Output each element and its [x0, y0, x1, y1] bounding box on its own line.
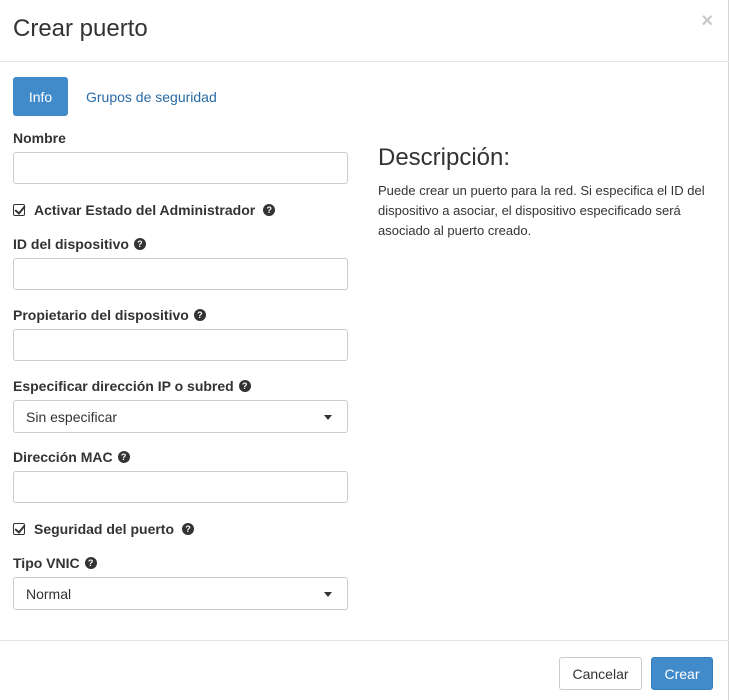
question-circle-icon[interactable]: ?	[117, 451, 130, 463]
device-owner-input[interactable]	[13, 329, 348, 361]
create-port-modal: Crear puerto × Info Grupos de seguridad …	[0, 0, 729, 700]
description-title: Descripción:	[378, 144, 511, 171]
modal-title: Crear puerto	[13, 15, 148, 42]
vnic-select[interactable]: Normal	[13, 577, 348, 610]
mac-label-text: Dirección MAC	[13, 449, 113, 465]
port-security-row: Seguridad del puerto ?	[13, 521, 195, 537]
modal-header: Crear puerto ×	[0, 0, 729, 62]
device-id-label-text: ID del dispositivo	[13, 236, 129, 252]
tab-security-groups[interactable]: Grupos de seguridad	[86, 89, 217, 105]
port-security-checkbox[interactable]	[13, 523, 25, 535]
admin-state-checkbox[interactable]	[13, 204, 25, 216]
question-circle-icon[interactable]: ?	[133, 238, 146, 250]
name-label-text: Nombre	[13, 130, 66, 146]
device-id-label: ID del dispositivo ?	[13, 236, 146, 252]
mac-input[interactable]	[13, 471, 348, 503]
caret-down-icon	[324, 592, 332, 597]
question-circle-icon[interactable]: ?	[238, 380, 251, 392]
ip-spec-select[interactable]: Sin especificar	[13, 400, 348, 433]
description-text: Puede crear un puerto para la red. Si es…	[378, 183, 705, 238]
device-owner-label-text: Propietario del dispositivo	[13, 307, 189, 323]
ip-spec-value: Sin especificar	[26, 408, 118, 425]
vnic-label: Tipo VNIC ?	[13, 555, 97, 571]
question-circle-icon[interactable]: ?	[263, 204, 276, 216]
device-id-input[interactable]	[13, 258, 348, 290]
question-circle-icon[interactable]: ?	[193, 309, 206, 321]
device-owner-label: Propietario del dispositivo ?	[13, 307, 206, 323]
port-security-label: Seguridad del puerto	[34, 521, 175, 537]
vnic-value: Normal	[26, 585, 72, 602]
admin-state-label: Activar Estado del Administrador	[34, 202, 256, 218]
admin-state-row: Activar Estado del Administrador ?	[13, 202, 276, 218]
close-icon[interactable]: ×	[701, 11, 713, 31]
mac-label: Dirección MAC ?	[13, 449, 130, 465]
question-circle-icon[interactable]: ?	[84, 557, 97, 569]
modal-footer: Cancelar Crear	[0, 640, 729, 700]
name-input[interactable]	[13, 152, 348, 184]
caret-down-icon	[324, 415, 332, 420]
ip-spec-label-text: Especificar dirección IP o subred	[13, 378, 234, 394]
tab-info[interactable]: Info	[13, 77, 68, 116]
cancel-button[interactable]: Cancelar	[559, 657, 642, 690]
ip-spec-label: Especificar dirección IP o subred ?	[13, 378, 251, 394]
name-label: Nombre	[13, 130, 66, 146]
create-button[interactable]: Crear	[651, 657, 713, 690]
question-circle-icon[interactable]: ?	[182, 523, 195, 535]
vnic-label-text: Tipo VNIC	[13, 555, 80, 571]
